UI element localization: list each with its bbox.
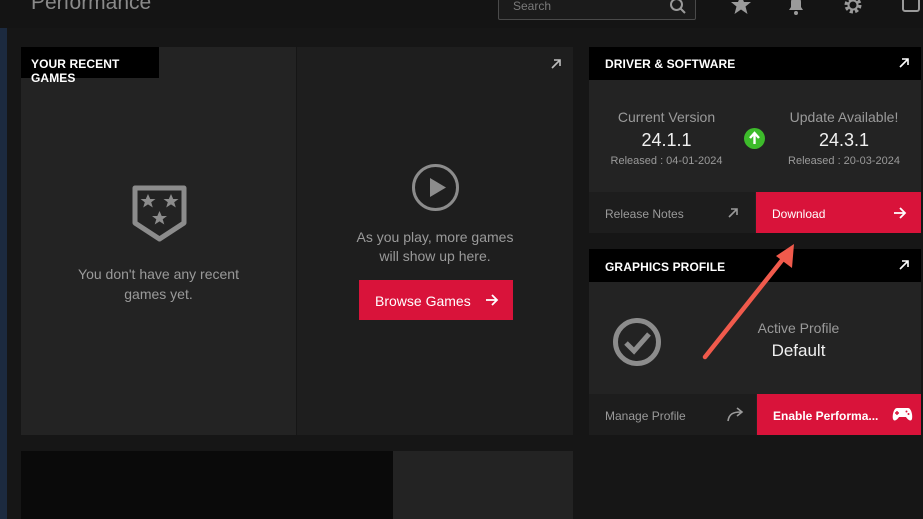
update-available-label: Update Available! (789, 109, 899, 125)
check-circle-icon (612, 317, 662, 372)
gamepad-icon (892, 408, 913, 421)
search-placeholder: Search (513, 0, 552, 13)
play-prompt-line2: will show up here. (379, 248, 491, 264)
browse-games-button[interactable]: Browse Games (359, 280, 513, 320)
expand-icon[interactable] (550, 57, 562, 75)
annotation-arrow (702, 244, 794, 360)
recent-games-left-panel: YOUR RECENT GAMES You don't have any rec… (21, 47, 296, 435)
manage-profile-button[interactable]: Manage Profile (589, 394, 756, 435)
no-recent-games-line1: You don't have any recent (78, 266, 239, 282)
current-version-released: Released : 04-01-2024 (610, 155, 723, 167)
share-arrow-icon (727, 407, 744, 422)
tray-icon[interactable] (900, 0, 922, 16)
download-label: Download (772, 207, 826, 221)
enable-performance-label: Enable Performa... (773, 409, 879, 423)
manage-profile-label: Manage Profile (605, 409, 686, 423)
recent-games-right-panel: As you play, more games will show up her… (297, 47, 573, 435)
expand-icon[interactable] (898, 57, 910, 69)
release-notes-button[interactable]: Release Notes (589, 192, 755, 233)
update-version-released: Released : 20-03-2024 (788, 155, 900, 167)
update-version-block: Update Available! 24.3.1 Released : 20-0… (767, 109, 921, 167)
page-title: Performance (31, 0, 152, 14)
upload-arrow-icon (744, 128, 765, 154)
expand-icon[interactable] (898, 259, 910, 271)
play-prompt-line1: As you play, more games (356, 229, 514, 245)
arrow-right-icon (894, 207, 907, 219)
driver-software-title: DRIVER & SOFTWARE (605, 57, 736, 71)
lower-card-left (21, 451, 393, 519)
gear-icon[interactable] (842, 0, 864, 16)
update-version-value: 24.3.1 (818, 130, 870, 150)
no-recent-games-line2: games yet. (124, 286, 193, 302)
browse-games-label: Browse Games (375, 293, 471, 309)
arrow-right-icon (486, 294, 499, 306)
current-version-block: Current Version 24.1.1 Released : 04-01-… (589, 109, 744, 167)
background-strip (0, 28, 7, 519)
current-version-label: Current Version (617, 109, 716, 125)
star-icon[interactable] (730, 0, 752, 16)
play-circle-icon[interactable] (411, 163, 460, 217)
download-button[interactable]: Download (756, 192, 921, 233)
search-input[interactable]: Search (498, 0, 696, 20)
bell-icon[interactable] (785, 0, 807, 16)
release-notes-label: Release Notes (605, 207, 684, 221)
recent-games-header: YOUR RECENT GAMES (21, 47, 159, 85)
current-version-value: 24.1.1 (641, 130, 692, 150)
badge-stars-icon (132, 185, 187, 247)
driver-software-panel: DRIVER & SOFTWARE Current Version 24.1.1… (589, 47, 921, 233)
expand-icon (728, 208, 738, 218)
play-prompt-text: As you play, more games will show up her… (297, 228, 573, 266)
no-recent-games-text: You don't have any recent games yet. (21, 264, 296, 304)
lower-card-right (393, 451, 573, 519)
search-icon[interactable] (669, 0, 687, 20)
enable-performance-button[interactable]: Enable Performa... (757, 394, 921, 435)
driver-software-header: DRIVER & SOFTWARE (589, 47, 921, 80)
